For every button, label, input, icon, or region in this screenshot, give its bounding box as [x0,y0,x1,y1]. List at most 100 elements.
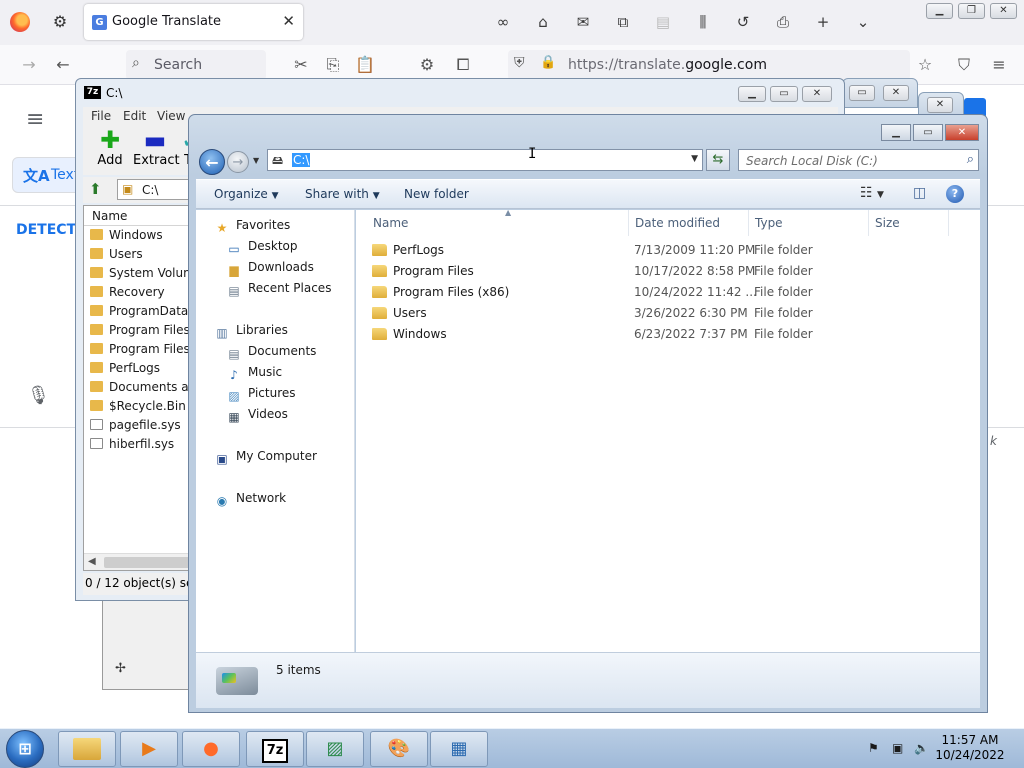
hamburger-menu-icon[interactable]: ≡ [988,54,1010,76]
taskbar-firefox-button[interactable]: ● [182,731,240,767]
url-bar[interactable]: ⛨ 🔒 https://translate.google.com [508,50,910,80]
table-row[interactable]: Program Files 10/17/2022 8:58 PM File fold… [356,261,980,282]
taskbar-control-panel-button[interactable]: ▦ [430,731,488,767]
bg-minimize-button[interactable]: ▭ [849,85,875,101]
tracking-shield-icon[interactable]: ⛨ [514,55,525,71]
browser-search-box[interactable]: ⌕ Search [126,50,266,80]
list-item[interactable]: Windows [90,228,163,247]
menu-edit[interactable]: Edit [123,109,146,123]
forward-arrow-icon[interactable]: → [18,54,40,76]
explorer-minimize-button[interactable]: ▁ [881,124,911,141]
history-icon[interactable]: ↺ [732,11,754,33]
preview-pane-icon[interactable]: ◫ [913,185,926,201]
bookmark-star-icon[interactable]: ☆ [914,54,936,76]
tab-close-icon[interactable]: ✕ [282,12,295,30]
help-icon[interactable]: ? [946,185,964,203]
zip-close-button[interactable]: ✕ [802,86,832,102]
column-header-size[interactable]: Size [869,210,949,236]
explorer-address-bar[interactable]: 🖴 C:\ ▼ [267,149,703,171]
browser-minimize-button[interactable]: ▁ [926,3,953,19]
firefox-logo-icon[interactable] [10,12,30,32]
mail-icon[interactable]: ✉ [572,11,594,33]
taskbar-paint-button[interactable]: 🎨 [370,731,428,767]
nav-videos[interactable]: ▦ Videos [226,407,288,426]
mask-icon[interactable]: ∞ [492,11,514,33]
nav-favorites[interactable]: ★ Favorites [214,218,291,237]
explorer-search-input[interactable]: Search Local Disk (C:) ⌕ [738,149,979,171]
nav-my-computer[interactable]: ▣ My Computer [214,449,317,468]
start-button[interactable]: ⊞ [6,730,44,768]
paste-icon[interactable]: 📋 [354,54,376,76]
folder-up-icon[interactable]: ⬆ [89,180,102,198]
pocket-icon[interactable]: ⛉ [953,54,975,76]
share-with-button[interactable]: Share with ▼ [305,187,380,201]
nav-libraries[interactable]: ▥ Libraries [214,323,288,342]
recent-pages-chevron-down-icon[interactable]: ▼ [253,156,259,165]
view-options-icon[interactable]: ☷ ▼ [860,185,884,201]
nav-recent-places[interactable]: ▤ Recent Places [226,281,331,300]
list-item[interactable]: pagefile.sys [90,418,181,437]
extensions-puzzle-icon[interactable]: ⧠ [452,54,474,76]
list-item[interactable]: Program Files ( [90,323,198,342]
open-tab-icon[interactable]: ⧉ [612,11,634,33]
main-menu-icon[interactable]: ≡ [26,107,44,132]
tab-list-chevron-down-icon[interactable]: ⌄ [852,11,874,33]
list-item[interactable]: hiberfil.sys [90,437,174,456]
taskbar-media-player-button[interactable]: ▶ [120,731,178,767]
list-item[interactable]: ProgramData [90,304,188,323]
settings-gear-icon[interactable]: ⚙ [416,54,438,76]
explorer-close-button[interactable]: ✕ [945,124,979,141]
column-header-name[interactable]: Name ▲ [367,208,629,236]
nav-network[interactable]: ◉ Network [214,491,286,510]
nav-music[interactable]: ♪ Music [226,365,282,384]
list-item[interactable]: Users [90,247,143,266]
reader-view-icon[interactable]: ▤ [652,11,674,33]
taskbar-photos-button[interactable]: ▨ [306,731,364,767]
action-center-flag-icon[interactable]: ⚑ [868,741,879,755]
menu-file[interactable]: File [91,109,111,123]
address-dropdown-chevron-down-icon[interactable]: ▼ [691,154,698,164]
print-icon[interactable]: ⎙ [772,11,794,33]
volume-icon[interactable]: 🔈 [914,741,929,755]
nav-desktop[interactable]: ▭ Desktop [226,239,297,258]
network-tray-icon[interactable]: ▣ [892,741,903,755]
library-icon[interactable]: ⫼ [692,11,714,33]
refresh-button[interactable]: ⇆ [706,149,730,171]
add-button[interactable]: ✚ Add [91,127,129,168]
list-item[interactable]: System Volume [90,266,202,285]
menu-view[interactable]: View [157,109,185,123]
lock-icon[interactable]: 🔒 [540,55,556,70]
list-item[interactable]: Recovery [90,285,165,304]
taskbar-7zip-button[interactable]: 7z [246,731,304,767]
list-item[interactable]: Program Files [90,342,190,361]
zip-minimize-button[interactable]: ▁ [738,86,766,102]
table-row[interactable]: PerfLogs 7/13/2009 11:20 PM File folder [356,240,980,261]
browser-tab-google-translate[interactable]: G Google Translate ✕ [84,4,303,40]
copy-icon[interactable]: ⎘ [322,54,344,76]
list-item[interactable]: Documents and [90,380,204,399]
nav-downloads[interactable]: ▆ Downloads [226,260,314,279]
column-header-type[interactable]: Type [749,210,869,236]
explorer-maximize-button[interactable]: ▭ [913,124,943,141]
scrollbar-thumb[interactable] [104,557,194,568]
back-button[interactable]: ← [199,149,225,175]
new-tab-icon[interactable]: + [812,11,834,33]
organize-button[interactable]: Organize ▼ [214,187,279,201]
taskbar-explorer-button[interactable] [58,731,116,767]
table-row[interactable]: Windows 6/23/2022 7:37 PM File folder [356,324,980,345]
scroll-left-icon[interactable]: ◀ [88,556,96,567]
extension-icon[interactable]: ⚙ [48,10,72,34]
table-row[interactable]: Users 3/26/2022 6:30 PM File folder [356,303,980,324]
bg-close-button[interactable]: ✕ [927,97,953,113]
system-clock[interactable]: 11:57 AM 10/24/2022 [930,733,1010,763]
move-handle-icon[interactable]: ✢ [115,661,126,676]
cut-icon[interactable]: ✂ [290,54,312,76]
microphone-icon[interactable]: 🎙 [27,385,50,406]
browser-close-button[interactable]: ✕ [990,3,1017,19]
home-icon[interactable]: ⌂ [532,11,554,33]
nav-documents[interactable]: ▤ Documents [226,344,316,363]
zip-maximize-button[interactable]: ▭ [770,86,798,102]
nav-pictures[interactable]: ▨ Pictures [226,386,295,405]
list-item[interactable]: PerfLogs [90,361,160,380]
new-folder-button[interactable]: New folder [404,187,469,201]
